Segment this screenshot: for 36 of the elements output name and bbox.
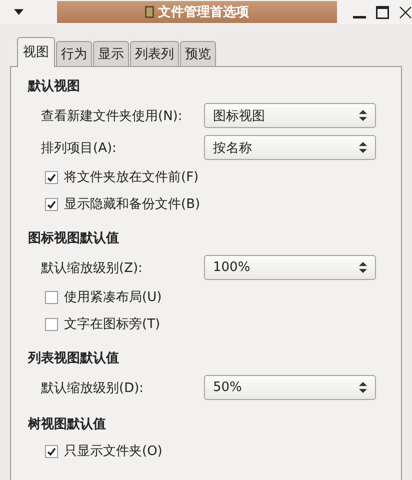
window-title: 文件管理首选项: [158, 4, 249, 21]
maximize-icon[interactable]: [376, 6, 389, 18]
field-label: 默认缩放级别(Z):: [41, 260, 144, 276]
checkbox[interactable]: [45, 198, 58, 210]
dropdown[interactable]: 50%: [204, 375, 376, 400]
tab[interactable]: 显示: [93, 41, 129, 67]
spin-arrows-icon: [359, 382, 367, 393]
close-icon[interactable]: [399, 6, 412, 18]
checkbox[interactable]: [45, 290, 58, 304]
spin-arrows-icon: [359, 262, 367, 273]
spin-arrows-icon: [359, 110, 367, 121]
checkbox-label[interactable]: 文字在图标旁(T): [64, 315, 160, 333]
menu-caret-icon[interactable]: [14, 9, 24, 15]
checkbox[interactable]: [45, 170, 58, 184]
tab[interactable]: 视图: [17, 37, 55, 67]
dropdown[interactable]: 100%: [204, 255, 376, 280]
checkbox-label[interactable]: 显示隐藏和备份文件(B): [64, 195, 200, 213]
section-heading: 列表视图默认值: [28, 350, 120, 367]
field-label: 默认缩放级别(D):: [41, 380, 145, 396]
section-heading: 默认视图: [28, 78, 81, 95]
spin-arrows-icon: [359, 142, 367, 153]
checkbox-label[interactable]: 只显示文件夹(O): [64, 442, 162, 460]
field-label: 查看新建文件夹使用(N):: [41, 108, 184, 124]
checkbox-label[interactable]: 使用紧凑布局(U): [64, 288, 162, 306]
checkbox-label[interactable]: 将文件夹放在文件前(F): [64, 168, 199, 186]
field-label: 排列项目(A):: [41, 140, 118, 156]
dropdown[interactable]: 按名称: [204, 135, 376, 160]
tab[interactable]: 列表列: [130, 41, 179, 67]
section-heading: 图标视图默认值: [28, 230, 120, 247]
tab[interactable]: 预览: [180, 41, 216, 67]
tab[interactable]: 行为: [56, 41, 92, 67]
window-icon: [144, 6, 154, 18]
checkbox[interactable]: [45, 444, 58, 458]
section-heading: 树视图默认值: [28, 416, 107, 433]
dropdown[interactable]: 图标视图: [204, 103, 376, 128]
checkbox[interactable]: [45, 318, 58, 330]
